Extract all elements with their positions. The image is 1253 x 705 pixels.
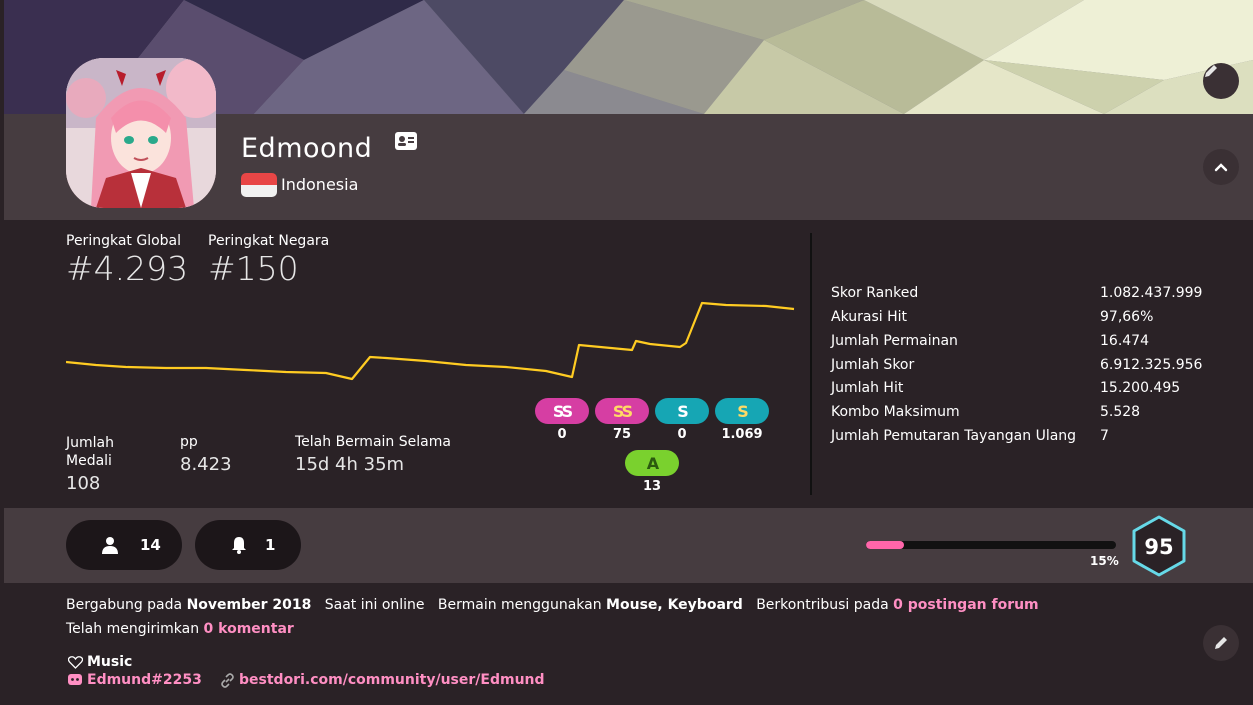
stat-value: 5.528 — [1100, 404, 1141, 420]
info-line-2: Telah mengirimkan 0 komentar — [66, 621, 294, 637]
rank-history-graph[interactable] — [66, 295, 796, 385]
edit-info-button[interactable] — [1203, 625, 1239, 661]
level-value: 95 — [1144, 535, 1173, 559]
grade-s-silver-badge: S — [655, 398, 709, 424]
website-link[interactable]: bestdori.com/community/user/Edmund — [239, 672, 545, 688]
heart-icon — [68, 656, 83, 669]
level-progress-text: 15% — [1090, 554, 1119, 568]
stat-key: Akurasi Hit — [831, 309, 908, 325]
chevron-up-icon — [1214, 163, 1228, 172]
grade-ss-count: 75 — [612, 427, 632, 442]
global-rank-value: #4.293 — [66, 249, 189, 288]
pencil-icon — [1205, 65, 1217, 77]
stats-divider — [810, 233, 812, 495]
level-progress-fill — [866, 541, 904, 549]
plays-with-prefix: Bermain menggunakan — [437, 597, 602, 613]
stat-value: 16.474 — [1100, 333, 1149, 349]
medals-value: 108 — [66, 473, 101, 494]
subscribers-count: 1 — [265, 536, 276, 554]
username: Edmoond — [241, 133, 373, 164]
discord-icon — [68, 674, 82, 685]
pp-label: pp — [180, 434, 198, 450]
pencil-icon — [1215, 637, 1227, 649]
level-progress-bar — [866, 541, 1116, 549]
followers-button[interactable]: 14 — [66, 520, 182, 570]
collapse-header-button[interactable] — [1203, 149, 1239, 185]
grade-ss-silver-count: 0 — [557, 427, 567, 442]
stat-value: 6.912.325.956 — [1100, 357, 1203, 373]
stat-value: 7 — [1100, 428, 1109, 444]
medals-label: Jumlah Medali — [66, 435, 114, 469]
stat-key: Kombo Maksimum — [831, 404, 960, 420]
contrib-prefix: Berkontribusi pada — [756, 597, 889, 613]
link-icon — [221, 673, 234, 688]
discord-handle[interactable]: Edmund#2253 — [87, 672, 202, 688]
grade-ss-badge: SS — [595, 398, 649, 424]
playtime-label: Telah Bermain Selama — [295, 434, 451, 450]
grade-s-count: 1.069 — [721, 427, 763, 442]
level-badge: 95 — [1132, 515, 1186, 577]
profile-page: Edmoond Indonesia Peringkat Global #4.29… — [4, 0, 1253, 705]
country-rank-label: Peringkat Negara — [208, 233, 330, 249]
joined-date: November 2018 — [186, 597, 312, 613]
stat-key: Jumlah Hit — [831, 380, 904, 396]
info-line-1: Bergabung pada November 2018 Saat ini on… — [66, 597, 1039, 613]
playtime-value: 15d 4h 35m — [295, 454, 405, 475]
stat-value: 1.082.437.999 — [1100, 285, 1203, 301]
comments-link[interactable]: 0 komentar — [204, 621, 294, 637]
interest-text: Music — [87, 654, 133, 670]
joined-prefix: Bergabung pada — [66, 597, 183, 613]
country-name[interactable]: Indonesia — [281, 175, 358, 194]
comments-prefix: Telah mengirimkan — [66, 621, 200, 637]
online-status: Saat ini online — [324, 597, 425, 613]
stat-key: Skor Ranked — [831, 285, 919, 301]
avatar-image — [66, 58, 216, 208]
id-card-icon[interactable] — [395, 132, 417, 150]
global-rank-label: Peringkat Global — [66, 233, 182, 249]
grade-a-badge: A — [625, 450, 679, 476]
plays-with-value: Mouse, Keyboard — [606, 597, 743, 613]
country-rank-value: #150 — [208, 249, 299, 288]
edit-cover-button[interactable] — [1203, 63, 1239, 99]
pp-value: 8.423 — [180, 454, 232, 475]
user-icon — [102, 537, 118, 554]
country-flag — [241, 173, 277, 197]
avatar — [66, 58, 216, 208]
forum-posts-link[interactable]: 0 postingan forum — [893, 597, 1039, 613]
followers-count: 14 — [140, 536, 161, 554]
stat-key: Jumlah Skor — [831, 357, 915, 373]
grade-s-badge: S — [715, 398, 769, 424]
subscribers-button[interactable]: 1 — [195, 520, 301, 570]
stat-key: Jumlah Pemutaran Tayangan Ulang — [831, 428, 1077, 444]
grade-s-silver-count: 0 — [677, 427, 687, 442]
stat-key: Jumlah Permainan — [831, 333, 958, 349]
stat-value: 15.200.495 — [1100, 380, 1181, 396]
grade-ss-silver-badge: SS — [535, 398, 589, 424]
stat-value: 97,66% — [1100, 309, 1154, 325]
rank-history-line — [66, 301, 795, 381]
grade-a-count: 13 — [642, 479, 662, 494]
bell-icon — [232, 537, 246, 554]
